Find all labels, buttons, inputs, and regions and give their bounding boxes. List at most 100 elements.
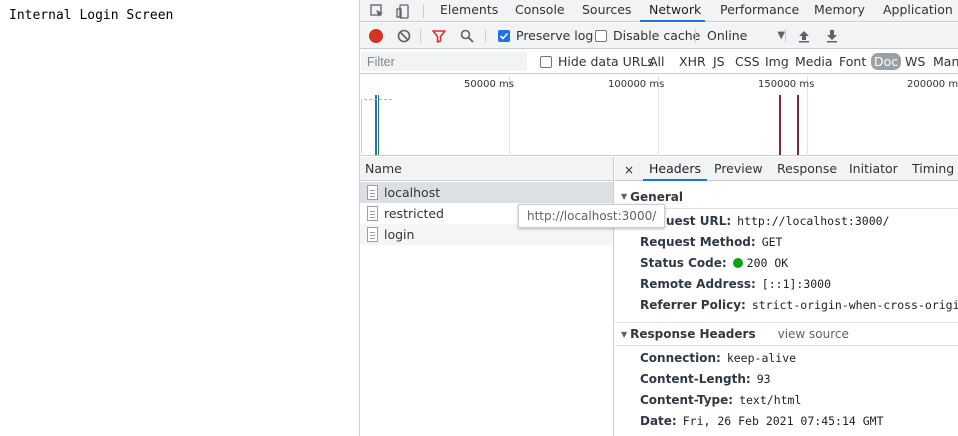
tab-performance[interactable]: Performance: [720, 0, 799, 22]
header-value: 200 OK: [746, 255, 789, 270]
tab-timing[interactable]: Timing: [912, 157, 954, 181]
devtools-tab-bar: Elements Console Sources Network Perform…: [360, 0, 958, 22]
timeline-bar: [361, 99, 362, 154]
header-row-content-type: Content-Type: text/html: [640, 389, 801, 410]
tab-initiator[interactable]: Initiator: [849, 157, 898, 181]
request-name: restricted: [384, 206, 444, 221]
header-key: Remote Address:: [640, 276, 756, 291]
tab-headers[interactable]: Headers: [643, 157, 708, 181]
filter-input[interactable]: [361, 52, 527, 71]
section-title: General: [630, 189, 683, 204]
timeline-bar: [797, 95, 799, 155]
tab-application[interactable]: Application: [883, 0, 953, 22]
timeline-tick-label: 50000 ms: [464, 79, 514, 90]
tab-memory[interactable]: Memory: [814, 0, 865, 22]
header-value: Fri, 26 Feb 2021 07:45:14 GMT: [682, 413, 884, 428]
inspect-element-icon[interactable]: [368, 2, 386, 20]
tab-response[interactable]: Response: [777, 157, 837, 181]
header-value: text/html: [739, 392, 802, 407]
tab-sources[interactable]: Sources: [582, 0, 631, 22]
record-icon[interactable]: [369, 29, 383, 43]
timeline-bar: [779, 95, 781, 155]
search-icon[interactable]: [459, 28, 475, 44]
timeline-tick-label: 200000 ms: [907, 79, 958, 90]
document-icon: [367, 227, 378, 242]
import-har-icon[interactable]: [796, 28, 812, 44]
expand-triangle-icon: ▼: [621, 192, 628, 201]
tab-preview[interactable]: Preview: [714, 157, 763, 181]
export-har-icon[interactable]: [824, 28, 840, 44]
filter-type-ws[interactable]: WS: [905, 54, 925, 69]
filter-type-font[interactable]: Font: [839, 54, 866, 69]
filter-bar: Hide data URLs All XHR JS CSS Img Media …: [360, 50, 958, 74]
filter-type-manifest[interactable]: Mani: [933, 54, 958, 69]
request-name: login: [384, 227, 415, 242]
header-value: 93: [756, 371, 771, 386]
request-row-localhost[interactable]: localhost: [360, 182, 613, 203]
column-header-name[interactable]: Name: [360, 157, 613, 181]
filter-icon[interactable]: [431, 28, 447, 44]
throttle-select[interactable]: Online ▼: [707, 28, 785, 43]
preserve-log-label: Preserve log: [516, 28, 594, 43]
header-row-status-code: Status Code: 200 OK: [640, 252, 788, 273]
filter-type-doc[interactable]: Doc: [871, 53, 902, 70]
header-key: Request Method:: [640, 234, 756, 249]
toolbar-divider: [785, 29, 786, 43]
toolbar-divider: [423, 4, 424, 18]
disable-cache-checkbox[interactable]: Disable cache: [595, 28, 700, 43]
clear-icon[interactable]: [396, 28, 412, 44]
header-row-request-url: Request URL: http://localhost:3000/: [640, 210, 889, 231]
tab-elements[interactable]: Elements: [440, 0, 498, 22]
tab-network[interactable]: Network: [640, 0, 706, 22]
general-section-header[interactable]: ▼ General: [615, 185, 958, 209]
timeline-tick-label: 100000 ms: [608, 79, 665, 90]
filter-type-xhr[interactable]: XHR: [679, 54, 706, 69]
device-toolbar-icon[interactable]: [394, 2, 412, 20]
document-icon: [367, 206, 378, 221]
toolbar-divider: [420, 29, 421, 43]
header-key: Status Code:: [640, 255, 727, 270]
checkbox-checked-icon: [498, 29, 510, 42]
timeline-dashed-line: [364, 99, 392, 100]
header-row-remote-address: Remote Address: [::1]:3000: [640, 273, 831, 294]
document-icon: [367, 185, 378, 200]
page-body-text: Internal Login Screen: [9, 8, 174, 23]
view-source-link[interactable]: view source: [778, 327, 849, 341]
detail-tab-bar: × Headers Preview Response Initiator Tim…: [615, 157, 958, 181]
filter-type-media[interactable]: Media: [795, 54, 833, 69]
response-headers-section-header[interactable]: ▼ Response Headers view source: [615, 322, 958, 346]
throttle-value: Online: [707, 28, 748, 43]
timeline-bar: [375, 95, 377, 155]
hide-data-urls-checkbox[interactable]: Hide data URLs: [540, 54, 654, 69]
filter-type-img[interactable]: Img: [765, 54, 789, 69]
request-detail-panel: × Headers Preview Response Initiator Tim…: [615, 157, 958, 436]
header-row-referrer-policy: Referrer Policy: strict-origin-when-cros…: [640, 294, 958, 315]
checkbox-unchecked-icon: [540, 55, 552, 68]
preserve-log-checkbox[interactable]: Preserve log: [498, 28, 593, 43]
checkbox-unchecked-icon: [595, 29, 607, 42]
tab-console[interactable]: Console: [515, 0, 565, 22]
header-row-content-length: Content-Length: 93: [640, 368, 771, 389]
filter-type-css[interactable]: CSS: [735, 54, 760, 69]
header-row-request-method: Request Method: GET: [640, 231, 782, 252]
filter-type-all[interactable]: All: [649, 54, 665, 69]
header-key: Content-Length:: [640, 371, 751, 386]
expand-triangle-icon: ▼: [621, 329, 628, 339]
header-value: GET: [761, 234, 783, 249]
request-name: localhost: [384, 185, 441, 200]
section-title: Response Headers: [630, 327, 756, 341]
filter-type-js[interactable]: JS: [713, 54, 725, 69]
devtools-panel: Elements Console Sources Network Perform…: [359, 0, 958, 436]
header-key: Date:: [640, 413, 677, 428]
timeline-bar: [378, 95, 379, 155]
timeline-tick-label: 150000 ms: [758, 79, 815, 90]
toolbar-divider: [485, 29, 486, 43]
header-value: [::1]:3000: [761, 276, 832, 291]
status-ok-icon: [732, 257, 743, 268]
header-key: Content-Type:: [640, 392, 734, 407]
network-overview-timeline[interactable]: 50000 ms 100000 ms 150000 ms 200000 ms: [360, 75, 958, 156]
header-row-connection: Connection: keep-alive: [640, 347, 796, 368]
close-icon[interactable]: ×: [624, 163, 634, 177]
header-key: Connection:: [640, 350, 721, 365]
hide-data-urls-label: Hide data URLs: [558, 54, 654, 69]
